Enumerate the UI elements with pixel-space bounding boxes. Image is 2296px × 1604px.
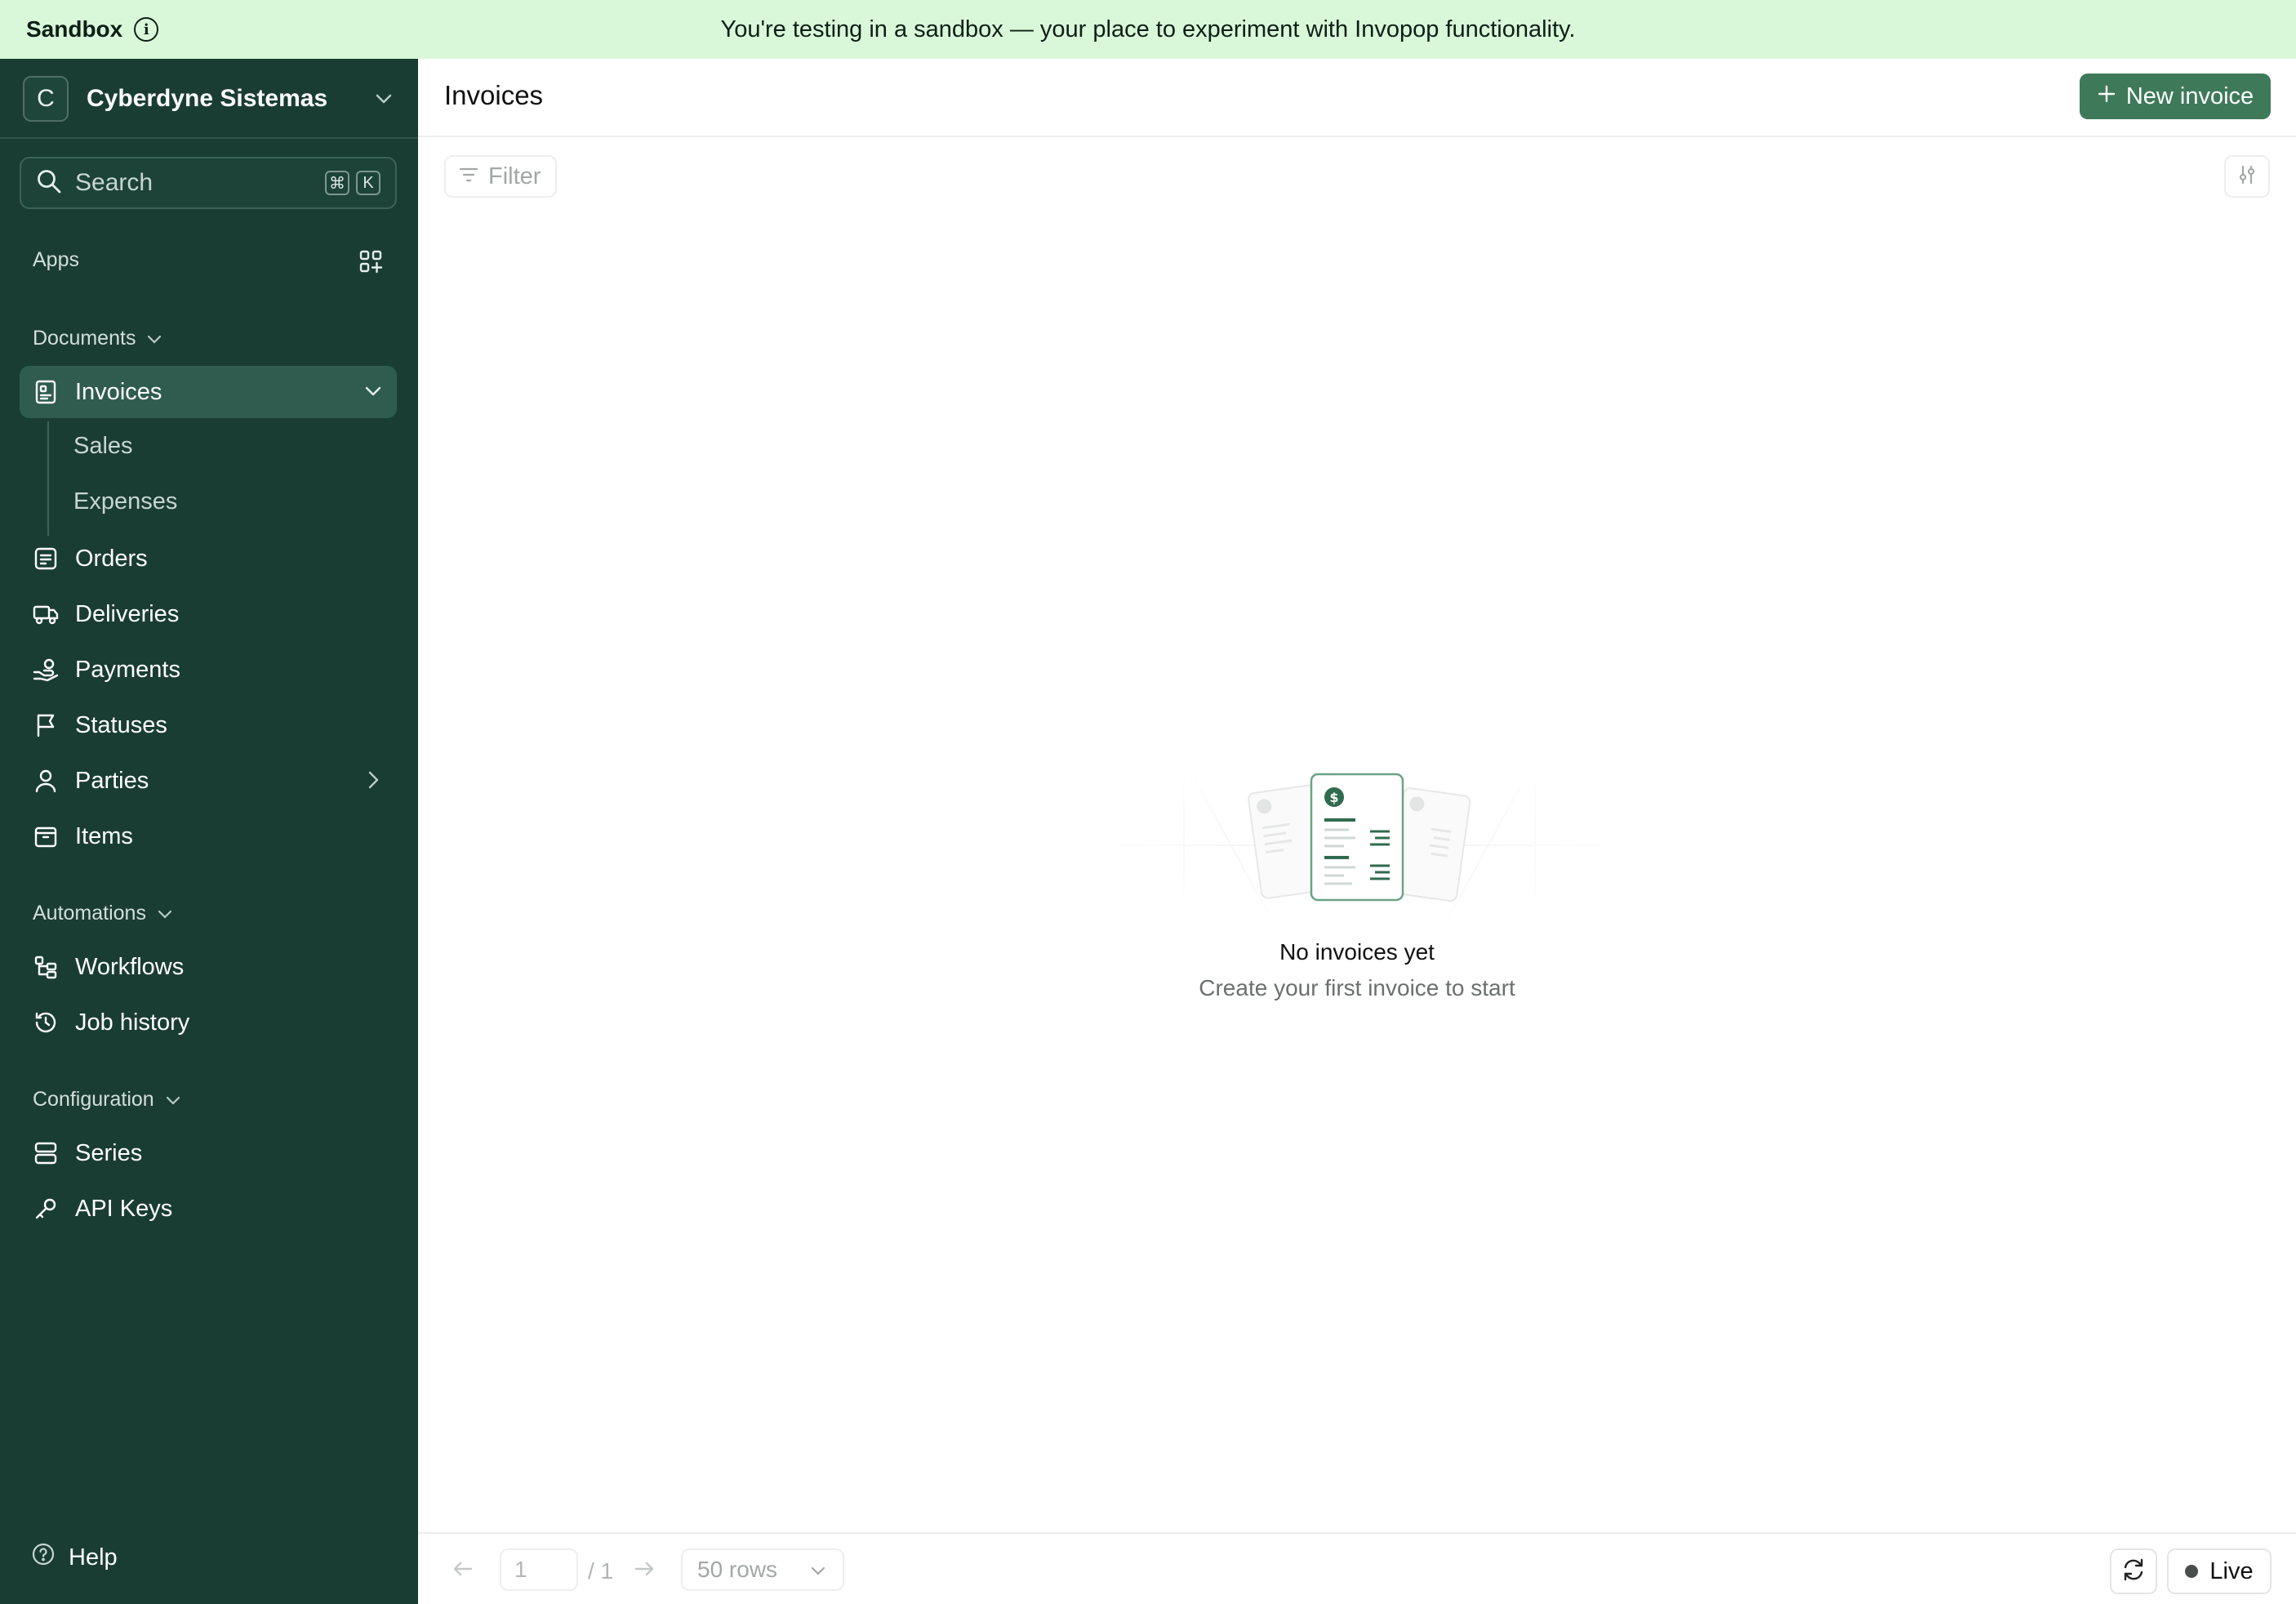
sidebar-item-label: Deliveries (75, 600, 180, 627)
series-icon (33, 1140, 59, 1166)
sidebar-item-label: Series (75, 1139, 143, 1166)
new-invoice-button[interactable]: New invoice (2080, 74, 2271, 119)
apps-section[interactable]: Apps (33, 248, 79, 272)
sidebar-item-job-history[interactable]: Job history (20, 996, 397, 1049)
chevron-right-icon (363, 769, 384, 797)
sidebar-item-sales[interactable]: Sales (73, 433, 133, 460)
arrow-right-icon[interactable] (632, 1557, 656, 1585)
sidebar-item-invoices[interactable]: Invoices (20, 366, 397, 418)
sidebar-item-label: Invoices (75, 378, 162, 405)
configuration-section-toggle[interactable]: Configuration (33, 1088, 180, 1112)
filter-button[interactable]: Filter (444, 155, 557, 198)
documents-section-label: Documents (33, 327, 136, 350)
filter-icon (459, 163, 478, 190)
sidebar-item-label: Payments (75, 656, 180, 683)
shortcut-cmd-key: ⌘ (325, 171, 349, 195)
org-name: Cyberdyne Sistemas (87, 85, 328, 112)
documents-section-toggle[interactable]: Documents (33, 327, 162, 350)
empty-state-subtitle: Create your first invoice to start (1199, 975, 1515, 1000)
history-icon (33, 1009, 59, 1036)
live-label: Live (2209, 1557, 2254, 1584)
info-icon[interactable]: i (134, 17, 159, 42)
sandbox-label-group: Sandbox i (26, 0, 159, 59)
sidebar-item-deliveries[interactable]: Deliveries (20, 588, 397, 640)
rows-per-page-value: 50 rows (697, 1557, 778, 1582)
search-placeholder: Search (75, 169, 154, 196)
help-icon (31, 1542, 56, 1573)
refresh-icon (2120, 1557, 2147, 1587)
rows-per-page-select[interactable]: 50 rows (681, 1548, 844, 1591)
sandbox-message: You're testing in a sandbox — your place… (720, 16, 1576, 42)
sidebar-item-label: Parties (75, 767, 149, 794)
page-number-input[interactable]: 1 (500, 1548, 578, 1591)
help-label: Help (69, 1544, 118, 1571)
filter-label: Filter (488, 163, 541, 189)
order-icon (33, 546, 59, 572)
sidebar-item-workflows[interactable]: Workflows (20, 941, 397, 993)
chevron-down-icon (147, 327, 162, 350)
key-icon (33, 1196, 59, 1222)
add-app-icon[interactable] (358, 248, 384, 278)
arrow-left-icon[interactable] (451, 1557, 475, 1585)
sidebar-divider (0, 137, 418, 139)
page-header: Invoices New invoice (418, 59, 2296, 137)
chevron-down-icon (372, 87, 395, 110)
pagination-footer: 1 / 1 50 rows Live (418, 1532, 2296, 1604)
sidebar-item-orders[interactable]: Orders (20, 532, 397, 585)
sidebar-item-label: Workflows (75, 953, 185, 980)
sidebar-item-statuses[interactable]: Statuses (20, 699, 397, 751)
sidebar-item-api-keys[interactable]: API Keys (20, 1183, 397, 1235)
truck-icon (33, 601, 59, 627)
sidebar: C Cyberdyne Sistemas Search ⌘ K Apps Doc… (0, 59, 418, 1604)
sidebar-item-label: Statuses (75, 711, 167, 738)
sidebar-item-payments[interactable]: Payments (20, 644, 397, 696)
submenu-guide-line (47, 421, 49, 536)
search-icon (36, 168, 62, 198)
chevron-down-icon (166, 1088, 180, 1112)
plus-icon (2097, 83, 2116, 110)
org-avatar: C (23, 76, 69, 122)
configuration-section-label: Configuration (33, 1088, 154, 1111)
refresh-button[interactable] (2110, 1548, 2157, 1594)
chevron-down-icon (807, 1560, 830, 1583)
user-icon (33, 768, 59, 794)
empty-state-illustration: $ (1078, 751, 1641, 935)
live-toggle-button[interactable]: Live (2167, 1548, 2272, 1594)
new-invoice-label: New invoice (2125, 82, 2254, 109)
sidebar-item-label: Orders (75, 545, 148, 572)
svg-text:$: $ (1329, 790, 1338, 805)
sandbox-banner: Sandbox i You're testing in a sandbox — … (0, 0, 2296, 59)
empty-state-title: No invoices yet (1279, 939, 1435, 965)
workflow-icon (33, 954, 59, 980)
chevron-down-icon (363, 381, 384, 408)
payment-hand-icon (33, 657, 59, 683)
status-dot-icon (2185, 1565, 2199, 1578)
org-switcher[interactable]: C Cyberdyne Sistemas (23, 75, 395, 123)
automations-section-toggle[interactable]: Automations (33, 902, 172, 925)
page-title: Invoices (444, 80, 544, 110)
sidebar-item-series[interactable]: Series (20, 1127, 397, 1179)
invoice-icon (33, 379, 59, 405)
help-link[interactable]: Help (31, 1542, 118, 1573)
chevron-down-icon (158, 902, 172, 925)
search-input[interactable]: Search ⌘ K (20, 157, 397, 209)
view-settings-button[interactable] (2224, 155, 2270, 198)
sidebar-item-expenses[interactable]: Expenses (73, 488, 177, 515)
sidebar-item-parties[interactable]: Parties (20, 755, 397, 807)
sliders-icon (2236, 163, 2258, 190)
sidebar-item-label: Items (75, 822, 133, 849)
automations-section-label: Automations (33, 902, 146, 925)
box-icon (33, 823, 59, 849)
sidebar-item-label: Job history (75, 1009, 190, 1036)
sandbox-label: Sandbox (26, 16, 123, 42)
sidebar-item-label: API Keys (75, 1195, 173, 1222)
shortcut-k-key: K (356, 171, 380, 195)
sidebar-item-items[interactable]: Items (20, 810, 397, 862)
page-total: / 1 (588, 1558, 614, 1584)
apps-label: Apps (33, 248, 79, 271)
flag-icon (33, 712, 59, 738)
